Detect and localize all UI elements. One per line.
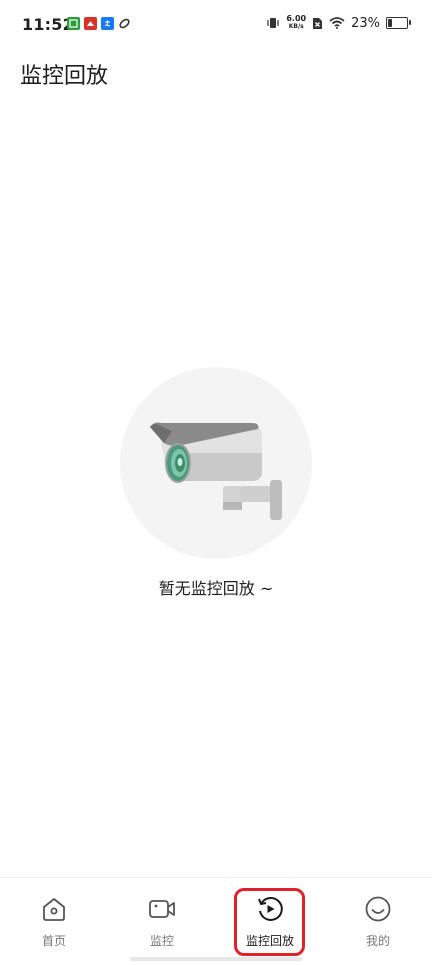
home-indicator[interactable] <box>130 957 302 961</box>
nav-item-mine[interactable]: 我的 <box>338 878 418 958</box>
nav-label-mine: 我的 <box>365 934 390 948</box>
link-app-icon <box>118 17 131 30</box>
vibrate-icon <box>267 18 279 28</box>
battery-icon <box>386 17 411 29</box>
nav-label-monitor: 监控 <box>149 934 174 948</box>
no-sim-icon <box>313 17 323 29</box>
nav-item-monitor[interactable]: 监控 <box>122 878 202 958</box>
net-speed-unit: KB/s <box>288 23 304 30</box>
net-speed: 6.00 KB/s <box>286 15 306 31</box>
red-app-icon <box>84 17 97 30</box>
alipay-icon <box>101 17 114 30</box>
nav-label-home: 首页 <box>41 934 66 948</box>
wifi-icon <box>329 17 345 29</box>
page-title: 监控回放 <box>20 64 109 89</box>
empty-state-illustration <box>120 367 312 559</box>
green-app-icon <box>67 17 80 30</box>
active-tab-highlight <box>234 888 305 956</box>
empty-state-message: 暂无监控回放 ~ <box>158 579 274 598</box>
status-right: 6.00 KB/s 23% <box>266 15 411 31</box>
bottom-navigation: 首页 监控 监控回放 我的 <box>0 877 432 965</box>
net-speed-value: 6.00 <box>286 14 307 23</box>
status-bar: 11:52 6.00 KB/s 23% <box>0 0 432 50</box>
battery-fill <box>388 19 392 27</box>
home-icon <box>43 898 65 921</box>
battery-percent: 23% <box>351 15 380 31</box>
security-camera-icon <box>150 422 282 520</box>
video-camera-icon <box>149 900 175 918</box>
smile-profile-icon <box>365 896 391 922</box>
nav-item-home[interactable]: 首页 <box>14 878 94 958</box>
notification-icons <box>67 17 131 30</box>
